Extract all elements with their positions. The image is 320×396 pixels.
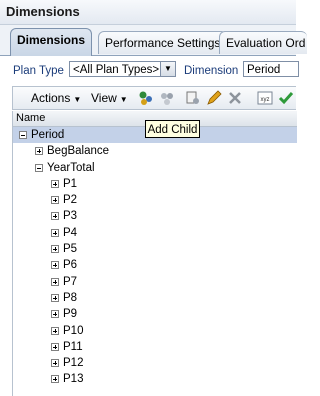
tab-evaluation-order[interactable]: Evaluation Ord	[219, 31, 307, 54]
tree-row-label: P3	[63, 210, 78, 223]
tree-row-label: P9	[63, 308, 78, 321]
plan-type-label: Plan Type	[13, 65, 64, 77]
tree-row[interactable]: P5	[13, 241, 297, 257]
delete-icon[interactable]	[227, 90, 243, 106]
tree-row[interactable]: P4	[13, 225, 297, 241]
tree-row-label: P13	[63, 373, 84, 386]
expand-plus-icon[interactable]	[51, 179, 59, 188]
tree-row-label: YearTotal	[47, 161, 95, 174]
svg-text:xyz: xyz	[261, 97, 270, 103]
expand-plus-icon[interactable]	[51, 293, 59, 302]
filter-row: Plan Type <All Plan Types> ▼ Dimension P…	[0, 56, 299, 84]
tree-row[interactable]: BegBalance	[13, 143, 297, 159]
expand-plus-icon[interactable]	[51, 196, 59, 205]
tree-row-label: P12	[63, 357, 84, 370]
grid-toolbar: Actions ▼ View ▼ xyz	[12, 86, 296, 110]
expand-plus-icon[interactable]	[51, 245, 59, 254]
tree-row[interactable]: P10	[13, 323, 297, 339]
tree-row[interactable]: P1	[13, 176, 297, 192]
tree-row-label: P11	[63, 340, 83, 353]
expand-plus-icon[interactable]	[51, 277, 59, 286]
tree-row-label: P8	[63, 291, 78, 304]
tree-row[interactable]: P9	[13, 306, 297, 322]
window-title: Dimensions	[6, 4, 80, 19]
collapse-minus-icon[interactable]	[35, 163, 43, 172]
tree-row-label: Period	[31, 129, 65, 141]
tab-dimensions-label: Dimensions	[17, 33, 86, 47]
tab-performance-settings[interactable]: Performance Settings	[98, 31, 228, 54]
tree-row[interactable]: YearTotal	[13, 160, 297, 176]
tree-row-label: BegBalance	[47, 145, 110, 158]
tree-row-label: P10	[63, 324, 84, 337]
tree-row[interactable]: P8	[13, 290, 297, 306]
tree-row[interactable]: P2	[13, 192, 297, 208]
tree-row[interactable]: P7	[13, 274, 297, 290]
actions-menu-label: Actions	[31, 91, 71, 105]
tab-strip: Dimensions Performance Settings Evaluati…	[0, 25, 307, 56]
tree-row-label: P7	[63, 275, 78, 288]
tree-row[interactable]: P13	[13, 371, 297, 387]
expand-plus-icon[interactable]	[51, 261, 59, 270]
view-caret-icon: ▼	[119, 95, 128, 104]
plan-type-select[interactable]: <All Plan Types> ▼	[69, 61, 176, 77]
add-child-icon[interactable]	[138, 90, 154, 106]
checkmark-icon[interactable]	[278, 90, 294, 106]
actions-caret-icon: ▼	[73, 95, 82, 104]
expand-plus-icon[interactable]	[51, 375, 59, 384]
expand-plus-icon[interactable]	[51, 326, 59, 335]
tree-row-label: P1	[63, 177, 78, 190]
dimension-tree-grid: Name Period BegBalance YearTotal P1 P2 P3 P4 P5…	[12, 111, 297, 396]
expand-plus-icon[interactable]	[51, 342, 59, 351]
actions-menu-button[interactable]: Actions ▼	[31, 91, 81, 105]
add-sibling-icon[interactable]	[159, 90, 175, 106]
window-titlebar: Dimensions	[0, 0, 296, 25]
add-child-tooltip: Add Child	[145, 120, 200, 138]
tree-row-label: P6	[63, 259, 78, 272]
dimension-select[interactable]: Period	[243, 61, 299, 77]
xyz-icon[interactable]: xyz	[257, 90, 273, 106]
view-menu-label: View	[91, 91, 117, 105]
view-menu-button[interactable]: View ▼	[91, 91, 128, 105]
tab-performance-settings-label: Performance Settings	[105, 36, 221, 50]
expand-plus-icon[interactable]	[51, 359, 59, 368]
tab-evaluation-order-label: Evaluation Ord	[226, 36, 306, 50]
expand-plus-icon[interactable]	[51, 228, 59, 237]
tree-row-label: P2	[63, 194, 78, 207]
expand-plus-icon[interactable]	[51, 310, 59, 319]
plan-type-value: <All Plan Types>	[73, 64, 160, 76]
edit-properties-icon[interactable]	[185, 90, 201, 106]
tree-row[interactable]: P11	[13, 339, 297, 355]
pencil-icon[interactable]	[206, 90, 222, 106]
dimension-value: Period	[247, 64, 281, 76]
tree-row-label: P5	[63, 243, 78, 256]
tree-row[interactable]: P12	[13, 355, 297, 371]
expand-plus-icon[interactable]	[35, 147, 43, 156]
expand-plus-icon[interactable]	[51, 212, 59, 221]
tab-dimensions[interactable]: Dimensions	[10, 28, 93, 56]
tree-row[interactable]: P6	[13, 257, 297, 273]
chevron-down-icon[interactable]: ▼	[160, 62, 175, 76]
tree-row-label: P4	[63, 226, 78, 239]
tree-row[interactable]: P3	[13, 208, 297, 224]
dimension-label: Dimension	[184, 65, 239, 77]
collapse-minus-icon[interactable]	[19, 131, 27, 139]
